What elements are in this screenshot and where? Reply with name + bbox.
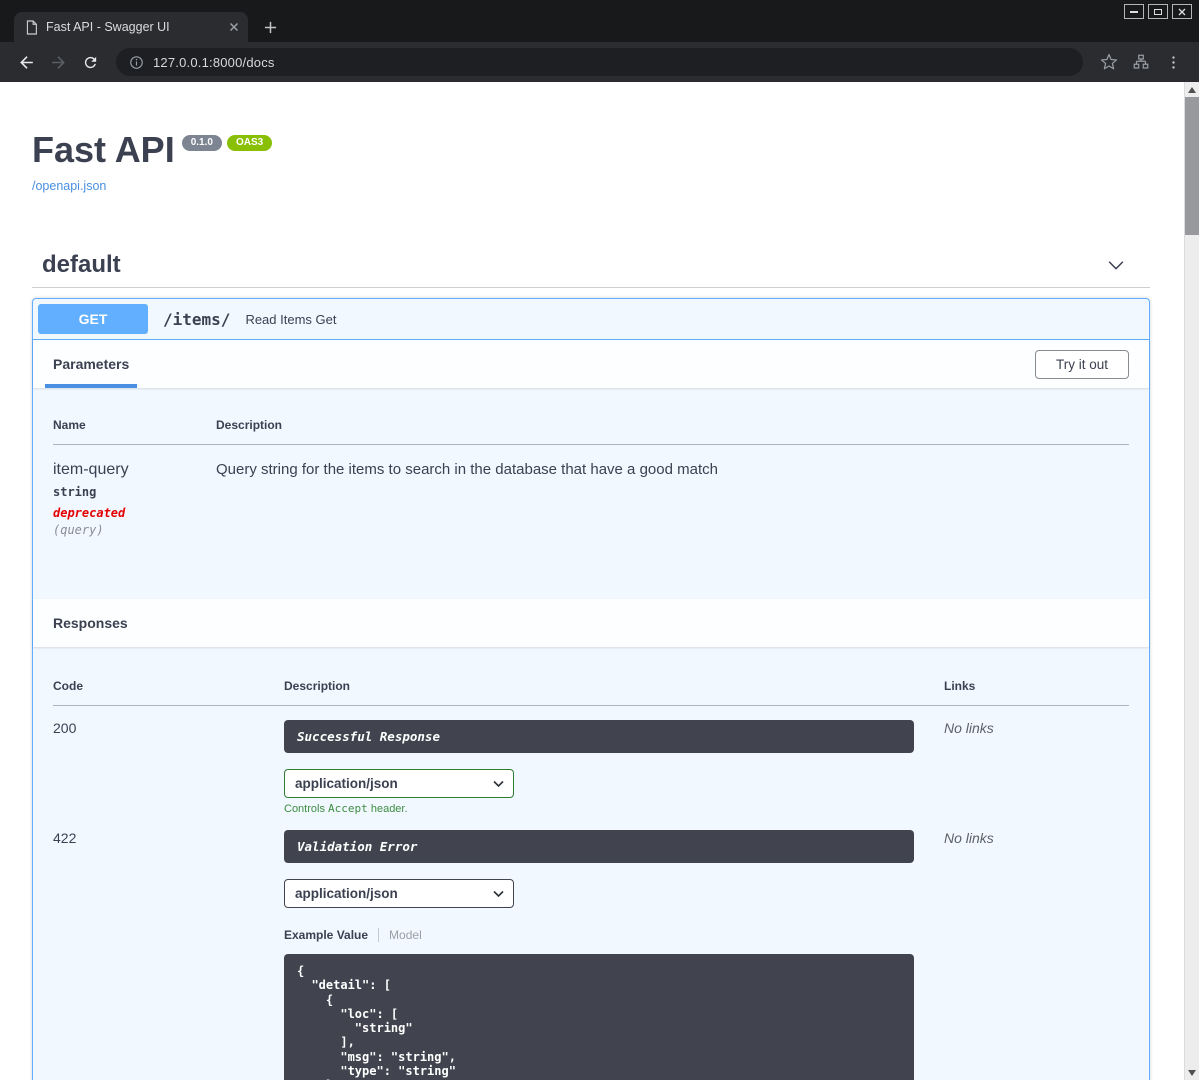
example-tabs: Example Value Model (284, 928, 914, 942)
tab-title: Fast API - Swagger UI (46, 20, 170, 34)
try-it-out-button[interactable]: Try it out (1034, 349, 1129, 379)
example-json-block: { "detail": [ { "loc": [ "string" ], "ms… (284, 954, 914, 1080)
operation-path: /items/ (163, 309, 231, 329)
media-type-select[interactable]: application/json (284, 879, 514, 908)
response-links-header: Links (944, 667, 1129, 706)
response-row-200: 200 Successful Response application/json (53, 706, 1129, 817)
response-code-header: Code (53, 667, 284, 706)
close-button[interactable] (1172, 4, 1192, 19)
scroll-up-icon (1188, 86, 1196, 93)
tab-model[interactable]: Model (389, 928, 422, 942)
parameter-name: item-query (53, 461, 129, 478)
forward-button[interactable] (42, 46, 74, 78)
url-text[interactable]: 127.0.0.1:8000/docs (153, 55, 275, 70)
parameters-table-container: Name Description item-query string depre… (33, 388, 1149, 599)
parameter-description: Query string for the items to search in … (216, 461, 718, 478)
responses-table: Code Description Links 200 Successful Re… (53, 667, 1129, 1080)
method-badge: GET (38, 304, 148, 334)
response-message-box: Successful Response (284, 720, 914, 753)
operation-description: Read Items Get (245, 311, 337, 327)
version-badge: 0.1.0 (181, 135, 222, 151)
operation-summary[interactable]: GET /items/ Read Items Get (33, 299, 1149, 340)
minimize-icon (1130, 10, 1138, 13)
browser-navbar: 127.0.0.1:8000/docs (0, 42, 1199, 82)
tab-parameters[interactable]: Parameters (45, 340, 138, 388)
accept-header-hint: Controls Accept header. (284, 802, 408, 815)
param-name-header: Name (53, 406, 216, 445)
tag-section-default: default GET /items/ Read Items Get Param… (32, 243, 1150, 1080)
close-icon (1178, 8, 1186, 15)
forward-icon (51, 55, 65, 69)
star-icon (1100, 53, 1118, 70)
responses-header: Responses (33, 599, 1149, 647)
chevron-down-icon[interactable] (1105, 254, 1127, 276)
response-row-422: 422 Validation Error application/json Ex… (53, 816, 1129, 1080)
parameter-deprecated-flag: deprecated (53, 506, 126, 520)
media-type-select-wrap: application/json (284, 879, 514, 908)
responses-title: Responses (53, 615, 128, 631)
scroll-down-icon (1188, 1069, 1196, 1076)
title-badges: 0.1.0 OAS3 (181, 135, 273, 151)
address-bar[interactable]: 127.0.0.1:8000/docs (116, 48, 1083, 76)
parameter-row: item-query string deprecated (query) Que… (53, 445, 1129, 537)
tag-title: default (42, 251, 121, 278)
scroll-down-button[interactable] (1185, 1065, 1199, 1080)
response-message-box: Validation Error (284, 830, 914, 863)
bookmark-button[interactable] (1093, 46, 1125, 78)
parameters-tab-label: Parameters (53, 356, 130, 372)
api-info: Fast API 0.1.0 OAS3 /openapi.json (32, 82, 1150, 195)
response-code: 200 (53, 720, 77, 736)
site-hierarchy-icon (1133, 54, 1149, 69)
response-description-header: Description (284, 667, 944, 706)
openapi-link[interactable]: /openapi.json (32, 179, 106, 193)
maximize-button[interactable] (1148, 4, 1168, 19)
back-icon (19, 55, 33, 69)
media-type-select[interactable]: application/json (284, 769, 514, 798)
page-viewport: Fast API 0.1.0 OAS3 /openapi.json defaul… (0, 82, 1199, 1080)
reload-button[interactable] (74, 46, 106, 78)
browser-titlebar: Fast API - Swagger UI (0, 0, 1199, 42)
site-info-icon[interactable] (129, 55, 144, 70)
page-title: Fast API (32, 129, 175, 170)
response-links: No links (944, 830, 994, 846)
parameter-location: (query) (53, 523, 104, 537)
browser-menu-button[interactable] (1157, 46, 1189, 78)
tag-default-header[interactable]: default (32, 243, 1150, 288)
scrollbar-thumb[interactable] (1185, 97, 1199, 235)
opblock-get-items: GET /items/ Read Items Get Parameters Tr… (32, 298, 1150, 1080)
param-description-header: Description (216, 406, 1129, 445)
swagger-page: Fast API 0.1.0 OAS3 /openapi.json defaul… (0, 82, 1184, 1080)
tab-example-value[interactable]: Example Value (284, 928, 380, 942)
media-type-select-wrap: application/json (284, 769, 514, 798)
tab-close-icon[interactable] (229, 22, 239, 32)
site-hierarchy-button[interactable] (1125, 46, 1157, 78)
vertical-scrollbar[interactable] (1184, 82, 1199, 1080)
maximize-icon (1154, 8, 1162, 15)
oas-badge: OAS3 (226, 135, 273, 151)
responses-table-container: Code Description Links 200 Successful Re… (33, 647, 1149, 1080)
page-favicon-icon (25, 19, 38, 35)
parameters-table: Name Description item-query string depre… (53, 406, 1129, 537)
browser-tab[interactable]: Fast API - Swagger UI (14, 12, 248, 42)
parameter-type: string (53, 485, 97, 499)
parameters-header: Parameters Try it out (33, 340, 1149, 388)
reload-icon (84, 56, 96, 68)
response-code: 422 (53, 830, 77, 846)
minimize-button[interactable] (1124, 4, 1144, 19)
back-button[interactable] (10, 46, 42, 78)
kebab-menu-icon (1171, 55, 1175, 69)
new-tab-button[interactable] (258, 15, 282, 39)
window-controls (1124, 4, 1192, 19)
browser-window: Fast API - Swagger UI 127.0.0.1:8000/doc… (0, 0, 1199, 1080)
scroll-up-button[interactable] (1185, 82, 1199, 97)
response-links: No links (944, 720, 994, 736)
